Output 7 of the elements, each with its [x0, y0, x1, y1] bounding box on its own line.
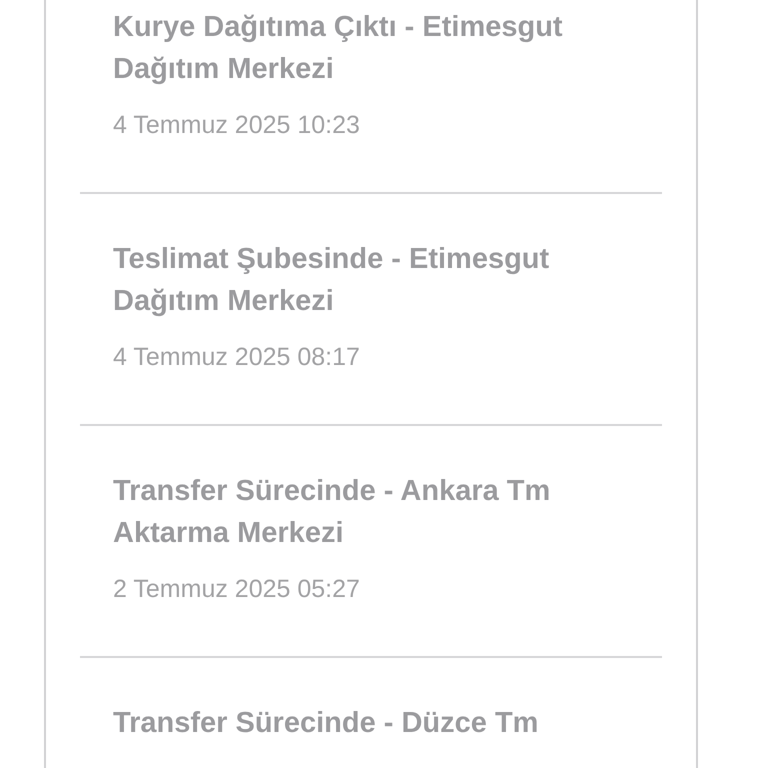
event-title: Transfer Sürecinde - Düzce Tm — [113, 706, 540, 741]
event-date: 4 Temmuz 2025 08:17 — [113, 342, 361, 373]
event-title: Transfer Sürecinde - Ankara Tm Aktarma Merkezi — [113, 474, 552, 551]
event-date: 4 Temmuz 2025 10:23 — [113, 110, 361, 141]
event-date: 2 Temmuz 2025 05:27 — [113, 574, 361, 605]
event-title: Kurye Dağıtıma Çıktı - Etimesgut Dağıtım Merkezi — [113, 10, 564, 87]
event-title: Teslimat Şubesinde - Etimesgut Dağıtım Merkezi — [113, 242, 550, 319]
